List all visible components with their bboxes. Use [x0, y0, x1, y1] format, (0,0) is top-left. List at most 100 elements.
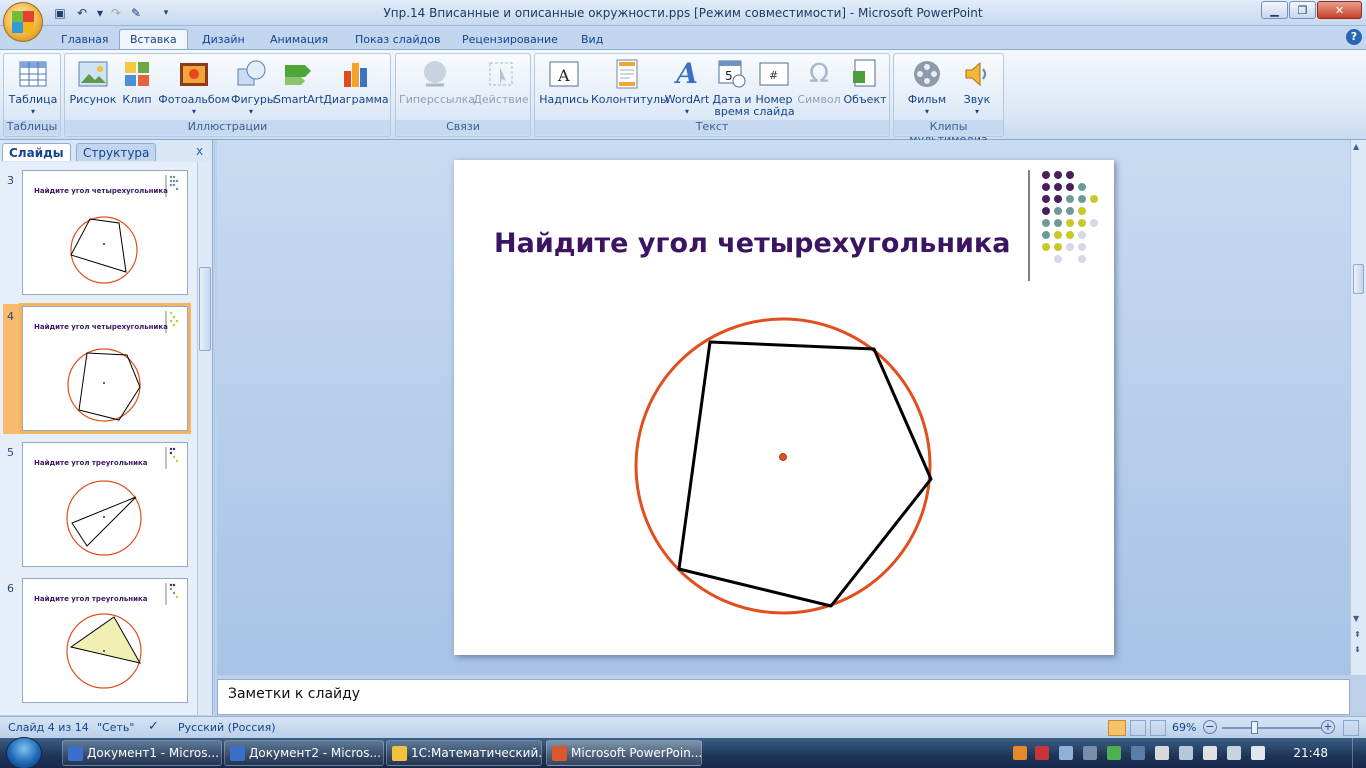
photoalbum-button[interactable]: Фотоальбом ▾ — [158, 58, 230, 122]
slide-drawing — [634, 170, 1098, 615]
decor-dots — [1042, 171, 1098, 263]
zoom-level[interactable]: 69% — [1172, 721, 1196, 734]
slide-sorter-icon[interactable] — [1130, 720, 1146, 736]
taskbar-item-powerpoint[interactable]: Microsoft PowerPoin... — [546, 740, 702, 766]
taskbar-item-document1[interactable]: Документ1 - Micros... — [62, 740, 222, 766]
slideshow-view-icon[interactable] — [1150, 720, 1166, 736]
word-icon — [68, 746, 83, 761]
thumbnail-figure — [67, 311, 179, 422]
clock: 21:48 — [1293, 746, 1328, 760]
minimize-button[interactable]: ▁ — [1261, 1, 1288, 19]
group-label-media: Клипы мультимедиа — [894, 120, 1003, 146]
thumbnail-scrollbar-thumb[interactable] — [199, 267, 211, 351]
chart-button[interactable]: Диаграмма — [323, 58, 389, 122]
office-logo-icon — [12, 11, 34, 33]
tab-slides[interactable]: Слайды — [2, 143, 71, 161]
tray-volume-icon[interactable] — [1155, 746, 1169, 760]
scroll-down-icon[interactable]: ▼ — [1353, 614, 1359, 623]
tab-design[interactable]: Дизайн — [191, 29, 256, 50]
notes-pane[interactable]: Заметки к слайду — [217, 679, 1350, 715]
zoom-out-button[interactable]: − — [1203, 720, 1217, 734]
prev-slide-icon[interactable]: ⇞ — [1354, 630, 1361, 639]
tab-insert[interactable]: Вставка — [119, 29, 188, 50]
window-title: Упр.14 Вписанные и описанные окружности.… — [383, 6, 983, 20]
tab-review[interactable]: Рецензирование — [451, 29, 569, 50]
start-button[interactable] — [6, 737, 42, 768]
circle-center — [779, 453, 787, 461]
action-button[interactable]: Действие — [473, 58, 529, 122]
slide-thumbnail-3[interactable]: Найдите угол четырехугольника — [22, 170, 188, 295]
slides-pane: Слайды Структура x 3 Найдите угол четыре… — [0, 140, 213, 715]
spellcheck-icon[interactable]: ✓ — [148, 719, 159, 734]
slide-counter: Слайд 4 из 14 — [8, 721, 89, 734]
tray-sound-icon[interactable] — [1203, 746, 1217, 760]
shapes-icon — [235, 58, 267, 90]
slide-thumbnail-5[interactable]: Найдите угол треугольника — [22, 442, 188, 567]
tab-slideshow[interactable]: Показ слайдов — [344, 29, 452, 50]
slide-thumbnail-6[interactable]: Найдите угол треугольника — [22, 578, 188, 703]
tray-app-icon[interactable] — [1013, 746, 1027, 760]
zoom-slider-thumb[interactable] — [1251, 721, 1259, 734]
object-button[interactable]: Объект — [842, 58, 888, 122]
tray-usb-icon[interactable] — [1179, 746, 1193, 760]
group-links: Гиперссылка Действие Связи — [395, 53, 531, 137]
scroll-up-icon[interactable]: ▲ — [1353, 142, 1359, 151]
photoalbum-icon — [178, 58, 210, 90]
word-icon — [230, 746, 245, 761]
clip-button[interactable]: Клип — [120, 58, 154, 122]
tray-signal-icon[interactable] — [1251, 746, 1265, 760]
header-footer-button[interactable]: Колонтитулы — [591, 58, 669, 122]
datetime-button[interactable]: 5 Дата и время — [712, 58, 752, 122]
next-slide-icon[interactable]: ⇟ — [1354, 645, 1361, 654]
chart-icon — [340, 58, 372, 90]
textbox-icon: A — [548, 58, 580, 90]
sound-button[interactable]: Звук ▾ — [954, 58, 1000, 122]
thumbnail-scrollbar[interactable] — [197, 162, 212, 715]
slide-thumbnail-4[interactable]: Найдите угол четырехугольника — [22, 306, 188, 431]
thumbnail-figure — [70, 175, 179, 284]
symbol-button[interactable]: Ω Символ — [797, 58, 841, 122]
taskbar-item-1c[interactable]: 1С:Математический... — [386, 740, 542, 766]
office-button[interactable] — [3, 2, 43, 42]
zoom-slider[interactable] — [1222, 721, 1322, 734]
slide-scrollbar[interactable]: ▲ ▼ ⇞ ⇟ — [1350, 140, 1366, 675]
slide-number-button[interactable]: # Номер слайда — [753, 58, 795, 122]
tab-animation[interactable]: Анимация — [259, 29, 339, 50]
picture-button[interactable]: Рисунок — [68, 58, 118, 122]
language-indicator[interactable]: Русский (Россия) — [178, 721, 276, 734]
speaker-icon — [961, 58, 993, 90]
group-tables: Таблица ▾ Таблицы — [3, 53, 61, 137]
textbox-button[interactable]: A Надпись — [538, 58, 590, 122]
tray-update-icon[interactable] — [1107, 746, 1121, 760]
shapes-button[interactable]: Фигуры ▾ — [231, 58, 276, 122]
tab-outline[interactable]: Структура — [76, 143, 157, 161]
taskbar-item-document2[interactable]: Документ2 - Micros... — [224, 740, 384, 766]
close-pane-button[interactable]: x — [196, 144, 203, 158]
smartart-button[interactable]: SmartArt — [274, 58, 324, 122]
slide-scrollbar-thumb[interactable] — [1353, 264, 1364, 294]
zoom-in-button[interactable]: + — [1321, 720, 1335, 734]
movie-button[interactable]: Фильм ▾ — [900, 58, 954, 122]
group-label-illustrations: Иллюстрации — [65, 120, 390, 135]
help-icon[interactable]: ? — [1346, 29, 1362, 45]
slide-canvas[interactable]: Найдите угол четырехугольника — [454, 160, 1114, 655]
normal-view-icon[interactable] — [1108, 720, 1126, 736]
group-label-tables: Таблицы — [4, 120, 60, 135]
slide-editor: Найдите угол четырехугольника — [217, 140, 1350, 675]
tray-monitor-icon[interactable] — [1131, 746, 1145, 760]
wordart-button[interactable]: A WordArt ▾ — [664, 58, 710, 122]
object-icon — [849, 58, 881, 90]
tray-flag-icon[interactable] — [1035, 746, 1049, 760]
fit-to-window-icon[interactable] — [1343, 720, 1359, 736]
hyperlink-button[interactable]: Гиперссылка — [399, 58, 475, 122]
tray-device-icon[interactable] — [1083, 746, 1097, 760]
close-button[interactable]: ✕ — [1317, 1, 1362, 19]
tab-home[interactable]: Главная — [50, 29, 120, 50]
ribbon: Таблица ▾ Таблицы Рисунок Клип Фотоальбом… — [0, 49, 1366, 146]
tab-view[interactable]: Вид — [570, 29, 614, 50]
restore-button[interactable]: ❐ — [1289, 1, 1316, 19]
show-desktop-button[interactable] — [1352, 738, 1366, 768]
tray-battery-icon[interactable] — [1227, 746, 1241, 760]
tray-network-icon[interactable] — [1059, 746, 1073, 760]
table-button[interactable]: Таблица ▾ — [7, 58, 59, 122]
